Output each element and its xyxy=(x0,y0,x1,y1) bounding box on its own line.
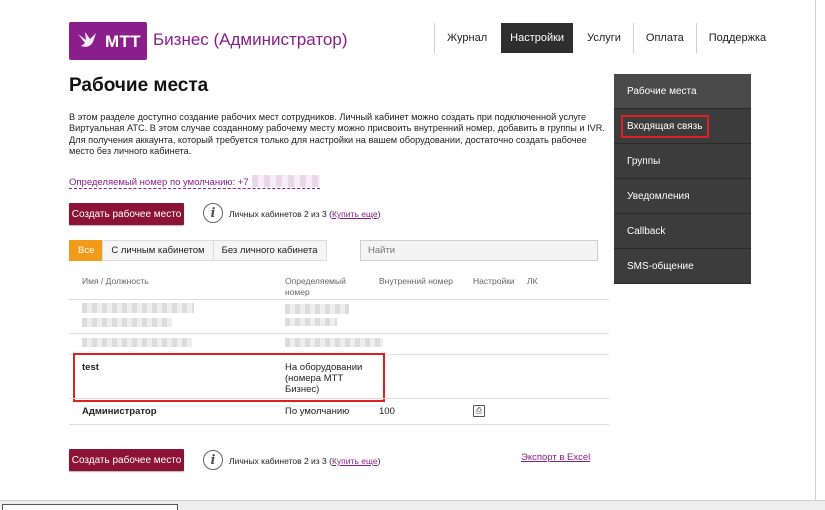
side-item-sms[interactable]: SMS-общение xyxy=(614,249,751,284)
row-admin-internal: 100 xyxy=(379,406,395,417)
export-excel-link[interactable]: Экспорт в Excel xyxy=(521,452,590,463)
blurred-number-cell-2 xyxy=(285,318,337,326)
header-name: Имя / Должность xyxy=(82,276,149,286)
intro-paragraph-2: Для получения аккаунта, который требуетс… xyxy=(69,134,587,157)
cabinets-close: ) xyxy=(377,209,381,219)
header-internal: Внутренний номер xyxy=(379,276,453,286)
nav-settings[interactable]: Настройки xyxy=(501,23,574,53)
blurred-number-cell xyxy=(285,304,349,314)
filter-tabs: Все С личным кабинетом Без личного кабин… xyxy=(69,240,327,261)
info-icon: i xyxy=(203,450,223,470)
window-edge xyxy=(815,0,816,500)
default-number-label: Определяемый номер по умолчанию: +7 xyxy=(69,177,249,188)
search-input[interactable] xyxy=(360,240,598,261)
row-divider xyxy=(69,398,609,399)
tab-all[interactable]: Все xyxy=(69,240,104,261)
header-number-line2: номер xyxy=(285,286,310,297)
row-divider xyxy=(69,333,609,334)
cabinets-count-text: Личных кабинетов 2 из 3 ( xyxy=(229,209,332,219)
brand-logo[interactable]: МТТ xyxy=(69,22,147,60)
highlight-row-box xyxy=(73,353,385,402)
intro-text: В этом разделе доступно создание рабочих… xyxy=(69,112,609,158)
brand-title: Бизнес (Администратор) xyxy=(153,30,348,49)
side-item-workplaces[interactable]: Рабочие места xyxy=(614,74,751,109)
nav-services[interactable]: Услуги xyxy=(575,23,633,53)
taskbar-item[interactable] xyxy=(2,504,178,510)
row-admin-number: По умолчанию xyxy=(285,406,350,417)
cabinets-count-bottom: Личных кабинетов 2 из 3 (Купить еще) xyxy=(229,456,380,466)
default-number-link[interactable]: Определяемый номер по умолчанию: +7 xyxy=(69,175,320,189)
nav-payment[interactable]: Оплата xyxy=(632,23,696,53)
row-divider xyxy=(69,299,609,300)
side-item-notifications[interactable]: Уведомления xyxy=(614,179,751,214)
settings-icon[interactable]: ⎙ xyxy=(473,405,485,417)
blurred-number xyxy=(251,175,320,187)
side-menu: Рабочие места Входящая связь Группы Увед… xyxy=(614,74,751,284)
buy-more-link[interactable]: Купить еще xyxy=(332,209,378,219)
side-item-callback[interactable]: Callback xyxy=(614,214,751,249)
buy-more-link[interactable]: Купить еще xyxy=(332,456,378,466)
blurred-row-2-number xyxy=(285,338,383,347)
header-number-line1: Определяемый xyxy=(285,276,346,286)
info-icon: i xyxy=(203,203,223,223)
blurred-name xyxy=(82,303,194,313)
cabinets-count-top: Личных кабинетов 2 из 3 (Купить еще) xyxy=(229,209,380,219)
header-settings: Настройки xyxy=(473,276,515,286)
page-title: Рабочие места xyxy=(69,75,209,96)
side-item-groups[interactable]: Группы xyxy=(614,144,751,179)
create-workplace-button-bottom[interactable]: Создать рабочее место xyxy=(69,449,184,471)
create-workplace-button-top[interactable]: Создать рабочее место xyxy=(69,203,184,225)
highlight-box xyxy=(621,115,709,138)
header-lk: ЛК xyxy=(527,276,538,286)
cabinets-count-text: Личных кабинетов 2 из 3 ( xyxy=(229,456,332,466)
nav-journal[interactable]: Журнал xyxy=(434,23,499,53)
tab-without-cabinet[interactable]: Без личного кабинета xyxy=(212,240,327,261)
top-nav: Журнал Настройки Услуги Оплата Поддержка xyxy=(434,23,768,53)
intro-paragraph-1: В этом разделе доступно создание рабочих… xyxy=(69,112,605,134)
logo-text: МТТ xyxy=(105,32,141,51)
blurred-position xyxy=(82,318,172,327)
cabinets-close: ) xyxy=(377,456,381,466)
row-admin-name[interactable]: Администратор xyxy=(82,406,157,417)
nav-support[interactable]: Поддержка xyxy=(695,23,768,53)
header-number: Определяемый номер xyxy=(285,276,346,297)
blurred-row-2 xyxy=(82,338,192,347)
side-item-incoming[interactable]: Входящая связь xyxy=(614,109,751,144)
tab-with-cabinet[interactable]: С личным кабинетом xyxy=(102,240,214,261)
bird-logo-icon xyxy=(78,32,96,47)
row-divider xyxy=(69,424,609,425)
